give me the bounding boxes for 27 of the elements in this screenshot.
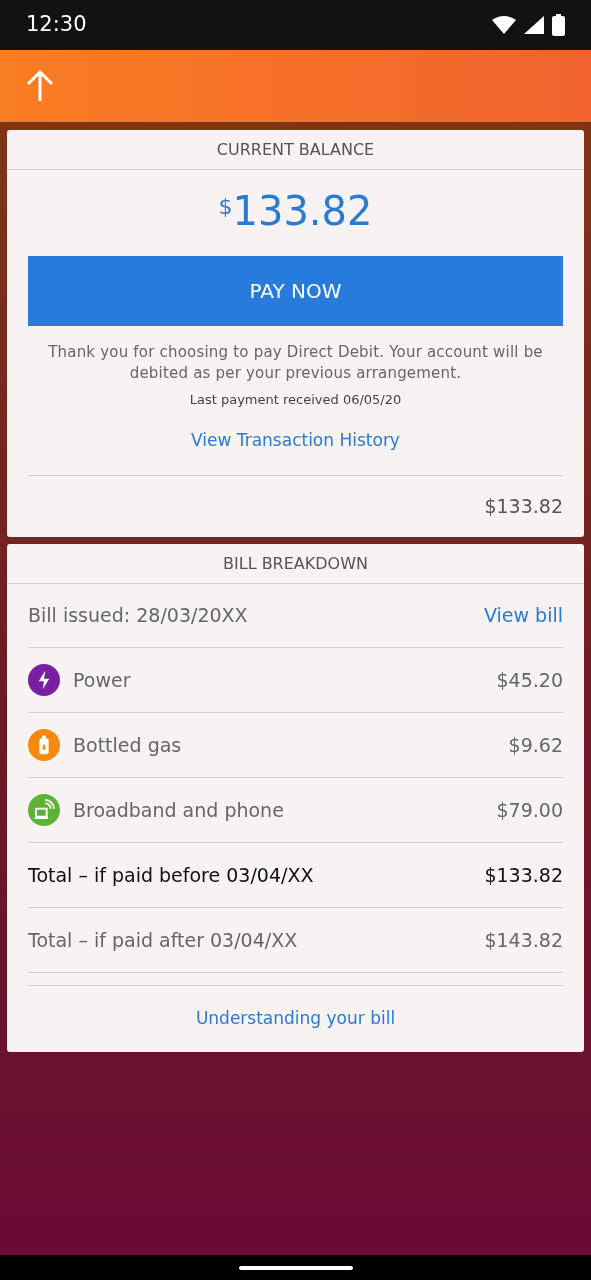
service-amount: $45.20 (496, 667, 563, 693)
wifi-icon (492, 16, 516, 34)
view-bill-link[interactable]: View bill (483, 601, 563, 630)
transaction-history-link[interactable]: View Transaction History (191, 427, 400, 453)
pay-now-button[interactable]: PAY NOW (28, 256, 563, 326)
service-amount: $79.00 (496, 797, 563, 823)
card-title: BILL BREAKDOWN (223, 552, 368, 575)
service-label: Bottled gas (73, 732, 183, 758)
total-amount: $133.82 (484, 862, 563, 888)
status-time: 12:30 (26, 11, 87, 39)
total-label: Total – if paid before 03/04/XX (28, 862, 314, 888)
service-label: Power (73, 667, 132, 693)
last-payment-text: Last payment received 06/05/20 (189, 391, 402, 409)
service-amount: $9.62 (508, 732, 563, 758)
service-label: Broadband and phone (73, 797, 285, 823)
balance-total: $133.82 (484, 494, 563, 520)
direct-debit-message: Thank you for choosing to pay Direct Debit. Your account will be debited as per your previous arrangement. (47, 342, 544, 384)
total-label: Total – if paid after 03/04/XX (28, 927, 298, 953)
card-title: CURRENT BALANCE (216, 138, 375, 161)
signal-icon (524, 16, 544, 34)
understanding-bill-link[interactable]: Understanding your bill (195, 1006, 396, 1032)
battery-icon (552, 14, 565, 36)
home-handle[interactable] (238, 1265, 353, 1270)
up-arrow-icon[interactable] (26, 70, 54, 102)
balance-amount: $133.82 (218, 187, 373, 236)
bill-issued-date: Bill issued: 28/03/20XX (28, 603, 248, 629)
total-amount: $143.82 (484, 927, 563, 953)
